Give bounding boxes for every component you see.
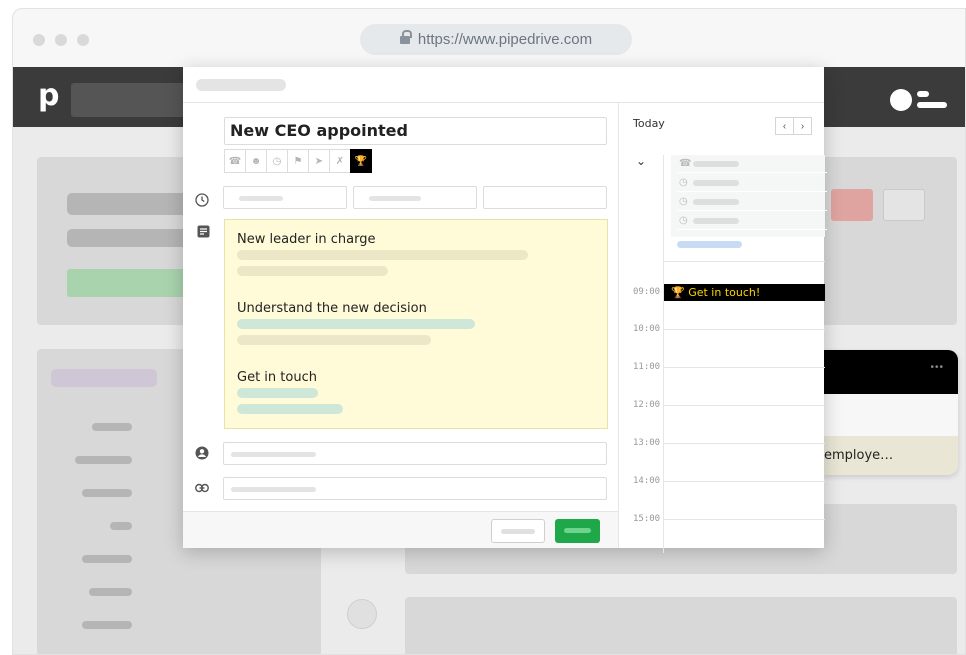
lock-icon bbox=[399, 30, 412, 44]
trophy-icon: 🏆 bbox=[671, 286, 685, 299]
date-field[interactable] bbox=[223, 186, 347, 209]
chevron-right-icon[interactable]: › bbox=[793, 117, 812, 135]
calendar-event[interactable]: 🏆 Get in touch! bbox=[664, 284, 825, 301]
note-icon bbox=[196, 224, 210, 238]
duration-field[interactable] bbox=[483, 186, 607, 209]
modal-footer bbox=[183, 511, 618, 548]
lunch-type-icon[interactable]: ✗ bbox=[329, 149, 351, 173]
window-maximize-dot[interactable] bbox=[77, 34, 89, 46]
person-icon bbox=[195, 446, 209, 460]
time-field[interactable] bbox=[353, 186, 477, 209]
today-label[interactable]: Today bbox=[633, 117, 665, 130]
hour-label: 15:00 bbox=[633, 514, 661, 524]
list-item[interactable]: ☎ bbox=[677, 155, 827, 173]
activity-modal: New CEO appointed ☎ ☻ ◷ ⚑ ➤ ✗ 🏆 New lead… bbox=[183, 67, 827, 553]
activity-type-selector: ☎ ☻ ◷ ⚑ ➤ ✗ 🏆 bbox=[224, 149, 372, 173]
list-item[interactable]: ◷ bbox=[677, 193, 827, 211]
timeline-card bbox=[405, 597, 957, 654]
note-line-placeholder bbox=[237, 404, 343, 414]
address-bar[interactable]: https://www.pipedrive.com bbox=[360, 24, 632, 55]
task-type-icon[interactable]: ◷ bbox=[266, 149, 288, 173]
card-preview-text: employe… bbox=[824, 448, 894, 463]
cancel-button[interactable] bbox=[491, 519, 545, 543]
more-activities-placeholder[interactable] bbox=[677, 241, 742, 248]
activity-title-input[interactable]: New CEO appointed bbox=[224, 117, 607, 145]
chevron-left-icon[interactable]: ‹ bbox=[775, 117, 794, 135]
menu-icon[interactable] bbox=[917, 91, 947, 113]
note-line-placeholder bbox=[237, 388, 318, 398]
address-url: https://www.pipedrive.com bbox=[417, 31, 593, 48]
card-menu-icon[interactable]: ••• bbox=[930, 362, 944, 373]
hour-label: 10:00 bbox=[633, 324, 661, 334]
lost-button-placeholder bbox=[831, 189, 873, 221]
meeting-type-icon[interactable]: ☻ bbox=[245, 149, 267, 173]
hour-label: 12:00 bbox=[633, 400, 661, 410]
global-search-bar[interactable] bbox=[71, 83, 189, 117]
placeholder-bar bbox=[110, 522, 132, 530]
calendar-nav: ‹ › bbox=[775, 117, 812, 135]
clock-icon: ◷ bbox=[679, 196, 688, 207]
call-type-icon[interactable]: ☎ bbox=[224, 149, 246, 173]
deadline-type-icon[interactable]: ⚑ bbox=[287, 149, 309, 173]
timeline-node-icon bbox=[347, 599, 377, 629]
user-avatar-icon[interactable] bbox=[890, 89, 912, 111]
calendar-panel: Today ‹ › ⌄ ☎ ◷ ◷ ◷ 09:00 10:00 11:00 12… bbox=[618, 103, 827, 553]
hour-label: 11:00 bbox=[633, 362, 661, 372]
clock-icon: ◷ bbox=[679, 177, 688, 188]
window-minimize-dot[interactable] bbox=[55, 34, 67, 46]
placeholder-bar bbox=[92, 423, 132, 431]
note-line-placeholder bbox=[237, 250, 528, 260]
note-line-placeholder bbox=[237, 266, 388, 276]
window-close-dot[interactable] bbox=[33, 34, 45, 46]
list-item[interactable]: ◷ bbox=[677, 174, 827, 192]
note-heading: Understand the new decision bbox=[237, 301, 427, 316]
note-heading: New leader in charge bbox=[237, 232, 376, 247]
note-heading: Get in touch bbox=[237, 370, 317, 385]
activity-note[interactable]: New leader in charge Understand the new … bbox=[224, 219, 608, 429]
contact-person-field[interactable] bbox=[223, 442, 607, 465]
placeholder-bar bbox=[75, 456, 132, 464]
modal-header-placeholder bbox=[196, 79, 286, 91]
note-line-placeholder bbox=[237, 335, 431, 345]
placeholder-bar bbox=[51, 369, 157, 387]
hour-label: 09:00 bbox=[633, 287, 661, 297]
hour-label: 14:00 bbox=[633, 476, 661, 486]
pipedrive-logo[interactable]: p bbox=[38, 78, 59, 113]
placeholder-bar bbox=[82, 621, 132, 629]
call-icon: ☎ bbox=[679, 158, 692, 169]
placeholder-bar bbox=[82, 555, 132, 563]
more-options-button[interactable] bbox=[883, 189, 925, 221]
clock-icon bbox=[195, 193, 209, 207]
event-label: Get in touch! bbox=[688, 286, 761, 299]
placeholder-bar bbox=[89, 588, 132, 596]
email-type-icon[interactable]: ➤ bbox=[308, 149, 330, 173]
browser-chrome: https://www.pipedrive.com bbox=[13, 9, 965, 67]
chevron-down-icon[interactable]: ⌄ bbox=[636, 154, 646, 168]
hour-label: 13:00 bbox=[633, 438, 661, 448]
clock-icon: ◷ bbox=[679, 215, 688, 226]
note-line-placeholder bbox=[237, 319, 475, 329]
all-day-activities: ☎ ◷ ◷ ◷ bbox=[671, 155, 827, 237]
activity-preview-card: ••• employe… bbox=[824, 350, 958, 475]
modal-header bbox=[183, 67, 824, 103]
link-icon bbox=[195, 481, 209, 495]
save-button[interactable] bbox=[555, 519, 600, 543]
list-item[interactable]: ◷ bbox=[677, 212, 827, 230]
trophy-type-icon[interactable]: 🏆 bbox=[350, 149, 372, 173]
placeholder-bar bbox=[82, 489, 132, 497]
linked-deal-field[interactable] bbox=[223, 477, 607, 500]
